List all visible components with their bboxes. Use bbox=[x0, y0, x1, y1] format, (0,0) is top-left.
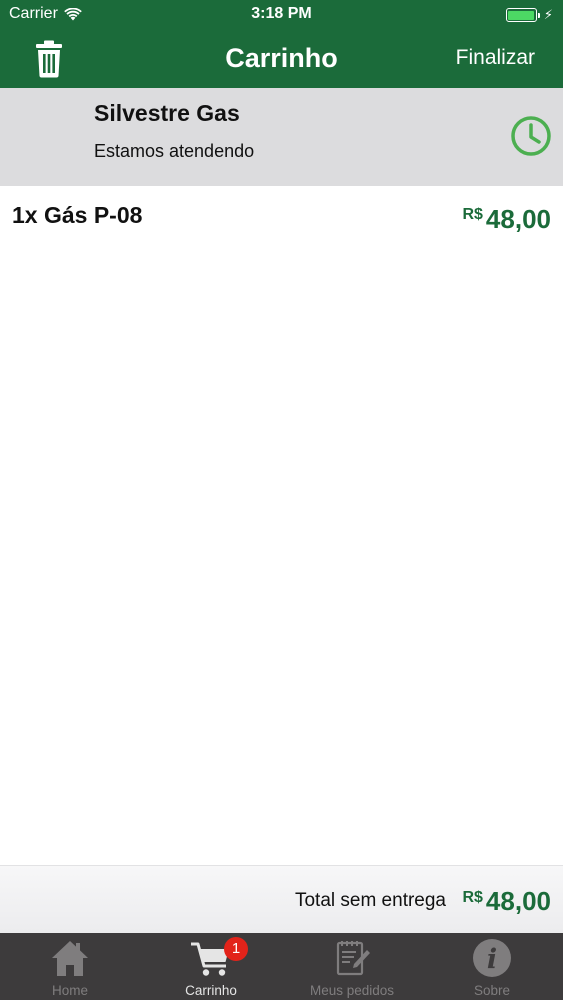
tab-bar: Home 1 Carrinho Meus pedidos i Sobre bbox=[0, 933, 563, 1000]
orders-icon bbox=[336, 941, 370, 976]
total-currency: R$ bbox=[462, 889, 483, 906]
store-name: Silvestre Gas bbox=[94, 100, 240, 126]
tab-home[interactable]: Home bbox=[0, 933, 140, 1000]
item-price-value: 48,00 bbox=[485, 204, 551, 234]
status-bar: Carrier 3:18 PM ⚡︎ bbox=[0, 0, 563, 30]
item-name: 1x Gás P-08 bbox=[12, 202, 143, 228]
app-header: Carrier 3:18 PM ⚡︎ Carrinho Finalizar bbox=[0, 0, 563, 88]
battery-icon: ⚡︎ bbox=[505, 7, 553, 23]
charging-icon: ⚡︎ bbox=[543, 7, 553, 22]
battery-body bbox=[505, 8, 537, 22]
total-label: Total sem entrega bbox=[294, 890, 446, 911]
status-time: 3:18 PM bbox=[251, 5, 312, 22]
nav-bar: Carrinho Finalizar bbox=[0, 30, 563, 88]
item-currency: R$ bbox=[462, 206, 483, 223]
tab-cart-label: Carrinho bbox=[185, 983, 237, 998]
tab-orders[interactable]: Meus pedidos bbox=[282, 933, 422, 1000]
tab-cart[interactable]: 1 Carrinho bbox=[141, 933, 281, 1000]
info-icon: i bbox=[473, 939, 511, 977]
home-icon bbox=[52, 941, 88, 976]
finalize-button[interactable]: Finalizar bbox=[456, 46, 535, 70]
total-bar: Total sem entrega R$ 48,00 bbox=[0, 865, 563, 933]
battery-fill bbox=[508, 10, 535, 20]
tab-about[interactable]: i Sobre bbox=[422, 933, 562, 1000]
clock-icon bbox=[511, 116, 551, 156]
svg-text:i: i bbox=[487, 944, 497, 975]
item-price: R$ 48,00 bbox=[462, 204, 551, 235]
store-status: Estamos atendendo bbox=[94, 141, 255, 161]
cart-badge: 1 bbox=[224, 937, 248, 961]
tab-about-label: Sobre bbox=[473, 983, 511, 998]
tab-home-label: Home bbox=[51, 983, 88, 998]
store-header: Silvestre Gas Estamos atendendo bbox=[0, 88, 563, 186]
cart-item[interactable]: 1x Gás P-08 R$ 48,00 bbox=[0, 186, 563, 246]
battery-cap bbox=[537, 12, 540, 18]
total-price: R$ 48,00 bbox=[462, 886, 551, 917]
tab-orders-label: Meus pedidos bbox=[309, 983, 395, 998]
total-value: 48,00 bbox=[485, 886, 551, 916]
